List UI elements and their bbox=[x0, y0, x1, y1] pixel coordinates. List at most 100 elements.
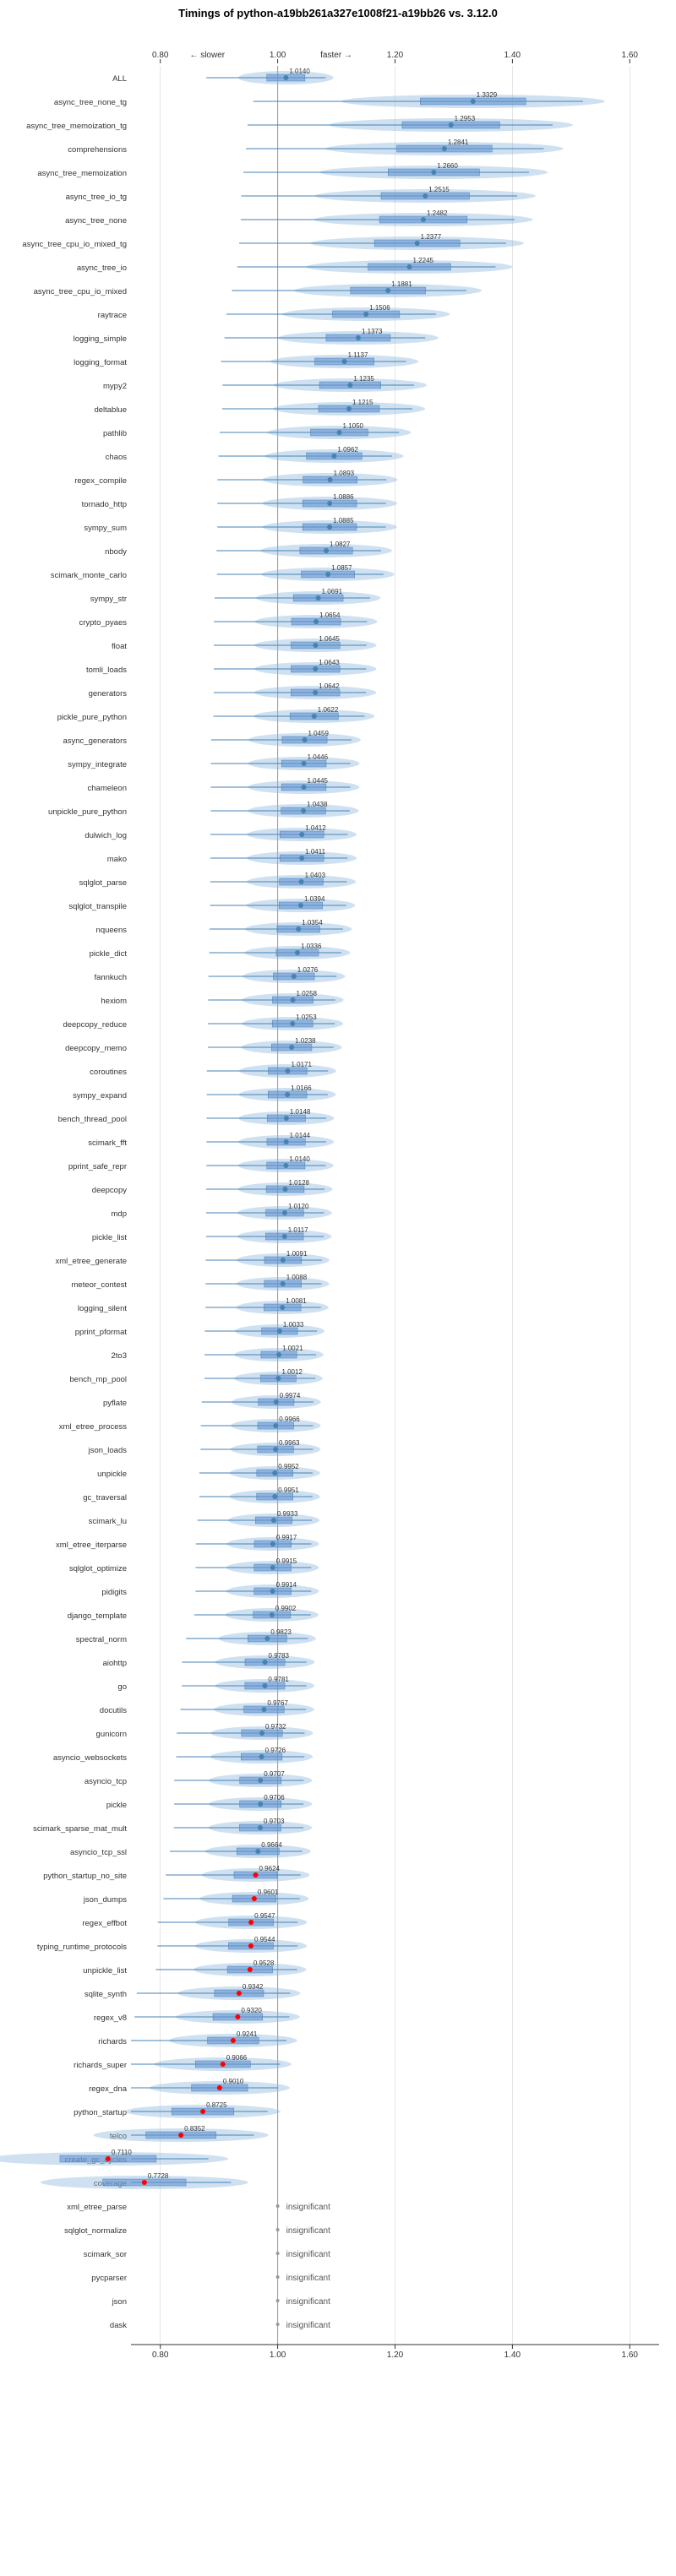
svg-text:1.20: 1.20 bbox=[387, 51, 404, 60]
svg-text:richards: richards bbox=[98, 2037, 127, 2046]
svg-text:scimark_sparse_mat_mult: scimark_sparse_mat_mult bbox=[33, 1824, 127, 1834]
svg-text:1.0962: 1.0962 bbox=[337, 446, 358, 454]
svg-text:json: json bbox=[112, 2297, 127, 2307]
svg-text:1.0642: 1.0642 bbox=[319, 682, 340, 690]
svg-text:python_startup_no_site: python_startup_no_site bbox=[43, 1872, 127, 1881]
svg-text:faster →: faster → bbox=[320, 51, 352, 60]
main-chart: 0.801.001.201.401.60← slowerfaster →ALL1… bbox=[0, 21, 676, 2366]
svg-text:0.7728: 0.7728 bbox=[148, 2172, 169, 2180]
svg-text:1.0645: 1.0645 bbox=[319, 635, 340, 643]
svg-text:sympy_expand: sympy_expand bbox=[73, 1091, 127, 1101]
svg-text:1.1137: 1.1137 bbox=[348, 351, 368, 359]
svg-text:xml_etree_generate: xml_etree_generate bbox=[56, 1257, 128, 1266]
svg-text:1.0171: 1.0171 bbox=[291, 1061, 312, 1068]
svg-text:1.2515: 1.2515 bbox=[428, 186, 450, 193]
svg-text:hexiom: hexiom bbox=[101, 997, 127, 1006]
svg-text:sqlglot_optimize: sqlglot_optimize bbox=[69, 1564, 127, 1573]
svg-text:1.2245: 1.2245 bbox=[413, 257, 434, 264]
svg-text:float: float bbox=[112, 642, 127, 651]
svg-text:aiohttp: aiohttp bbox=[102, 1659, 127, 1668]
svg-text:regex_v8: regex_v8 bbox=[94, 2014, 127, 2023]
svg-text:pprint_safe_repr: pprint_safe_repr bbox=[68, 1162, 127, 1171]
svg-text:regex_compile: regex_compile bbox=[74, 476, 127, 486]
svg-text:1.0238: 1.0238 bbox=[295, 1037, 316, 1045]
svg-text:nbody: nbody bbox=[105, 547, 127, 557]
svg-text:pprint_pformat: pprint_pformat bbox=[75, 1328, 128, 1337]
svg-text:insignificant: insignificant bbox=[286, 2203, 330, 2212]
svg-text:async_tree_cpu_io_mixed_tg: async_tree_cpu_io_mixed_tg bbox=[22, 240, 127, 249]
svg-text:0.80: 0.80 bbox=[152, 51, 169, 60]
svg-text:1.2482: 1.2482 bbox=[427, 209, 448, 217]
svg-text:asyncio_websockets: asyncio_websockets bbox=[53, 1753, 127, 1763]
svg-text:1.0166: 1.0166 bbox=[291, 1084, 312, 1092]
svg-text:scimark_monte_carlo: scimark_monte_carlo bbox=[51, 571, 127, 580]
svg-text:1.0403: 1.0403 bbox=[305, 872, 326, 879]
svg-text:1.0091: 1.0091 bbox=[286, 1250, 308, 1258]
svg-text:pickle_pure_python: pickle_pure_python bbox=[57, 713, 127, 722]
svg-text:1.0258: 1.0258 bbox=[297, 990, 318, 997]
svg-text:1.0140: 1.0140 bbox=[289, 68, 310, 75]
svg-text:async_tree_cpu_io_mixed: async_tree_cpu_io_mixed bbox=[34, 287, 127, 296]
svg-text:1.0691: 1.0691 bbox=[322, 588, 343, 595]
svg-text:deepcopy: deepcopy bbox=[92, 1186, 127, 1195]
svg-text:1.60: 1.60 bbox=[622, 51, 639, 60]
svg-text:0.9823: 0.9823 bbox=[270, 1628, 292, 1636]
svg-text:0.9732: 0.9732 bbox=[265, 1723, 286, 1731]
svg-text:0.8352: 0.8352 bbox=[184, 2125, 205, 2133]
svg-text:scimark_lu: scimark_lu bbox=[89, 1517, 127, 1526]
svg-text:1.0459: 1.0459 bbox=[308, 730, 329, 737]
svg-text:coroutines: coroutines bbox=[90, 1068, 127, 1077]
svg-text:meteor_contest: meteor_contest bbox=[72, 1280, 128, 1290]
svg-text:logging_format: logging_format bbox=[74, 358, 127, 367]
svg-text:1.0622: 1.0622 bbox=[318, 706, 339, 714]
svg-text:1.60: 1.60 bbox=[622, 2350, 639, 2360]
svg-text:0.9726: 0.9726 bbox=[265, 1747, 286, 1754]
svg-text:deepcopy_reduce: deepcopy_reduce bbox=[63, 1020, 127, 1030]
svg-text:dask: dask bbox=[110, 2321, 127, 2330]
svg-text:asyncio_tcp: asyncio_tcp bbox=[84, 1777, 127, 1786]
svg-text:insignificant: insignificant bbox=[286, 2226, 330, 2236]
svg-text:0.9601: 0.9601 bbox=[258, 1889, 279, 1896]
svg-text:sympy_str: sympy_str bbox=[90, 595, 127, 604]
svg-text:1.0144: 1.0144 bbox=[290, 1132, 311, 1139]
svg-text:insignificant: insignificant bbox=[286, 2297, 330, 2307]
svg-text:xml_etree_process: xml_etree_process bbox=[59, 1422, 128, 1432]
svg-text:regex_effbot: regex_effbot bbox=[82, 1919, 127, 1928]
svg-text:1.40: 1.40 bbox=[504, 2350, 521, 2360]
svg-text:0.9767: 0.9767 bbox=[267, 1699, 288, 1707]
svg-text:1.0885: 1.0885 bbox=[333, 517, 354, 524]
svg-text:typing_runtime_protocols: typing_runtime_protocols bbox=[37, 1943, 127, 1952]
svg-text:0.9547: 0.9547 bbox=[254, 1912, 275, 1920]
svg-text:1.0148: 1.0148 bbox=[290, 1108, 311, 1116]
svg-text:0.9952: 0.9952 bbox=[278, 1463, 299, 1470]
svg-text:0.9963: 0.9963 bbox=[279, 1439, 300, 1447]
svg-text:0.9781: 0.9781 bbox=[268, 1676, 289, 1683]
svg-text:xml_etree_parse: xml_etree_parse bbox=[67, 2203, 127, 2212]
svg-text:fannkuch: fannkuch bbox=[94, 973, 127, 982]
svg-text:1.00: 1.00 bbox=[270, 51, 286, 60]
chart-container: Timings of python-a19bb261a327e1008f21-a… bbox=[0, 0, 676, 2370]
svg-text:sqlglot_parse: sqlglot_parse bbox=[79, 878, 127, 888]
svg-text:1.0140: 1.0140 bbox=[289, 1155, 310, 1163]
svg-text:0.9933: 0.9933 bbox=[277, 1510, 298, 1518]
svg-text:1.0438: 1.0438 bbox=[307, 801, 328, 808]
svg-text:1.0021: 1.0021 bbox=[282, 1345, 303, 1352]
svg-text:1.00: 1.00 bbox=[270, 2350, 286, 2360]
svg-text:0.9664: 0.9664 bbox=[261, 1841, 282, 1849]
svg-text:0.9966: 0.9966 bbox=[279, 1416, 300, 1423]
svg-text:python_startup: python_startup bbox=[74, 2108, 127, 2117]
svg-text:1.0394: 1.0394 bbox=[304, 895, 325, 903]
svg-text:1.0081: 1.0081 bbox=[286, 1297, 307, 1305]
svg-text:pycparser: pycparser bbox=[91, 2274, 127, 2283]
svg-text:0.8725: 0.8725 bbox=[206, 2101, 227, 2109]
svg-text:scimark_sor: scimark_sor bbox=[84, 2250, 127, 2259]
svg-text:scimark_fft: scimark_fft bbox=[88, 1139, 127, 1148]
svg-text:1.1215: 1.1215 bbox=[352, 399, 373, 406]
svg-text:1.0412: 1.0412 bbox=[305, 824, 326, 832]
svg-text:0.9902: 0.9902 bbox=[275, 1605, 297, 1612]
svg-text:0.7110: 0.7110 bbox=[112, 2149, 132, 2156]
svg-text:nqueens: nqueens bbox=[96, 926, 128, 935]
svg-text:1.0893: 1.0893 bbox=[334, 470, 355, 477]
svg-text:1.0128: 1.0128 bbox=[289, 1179, 310, 1187]
svg-text:sympy_integrate: sympy_integrate bbox=[68, 760, 127, 769]
